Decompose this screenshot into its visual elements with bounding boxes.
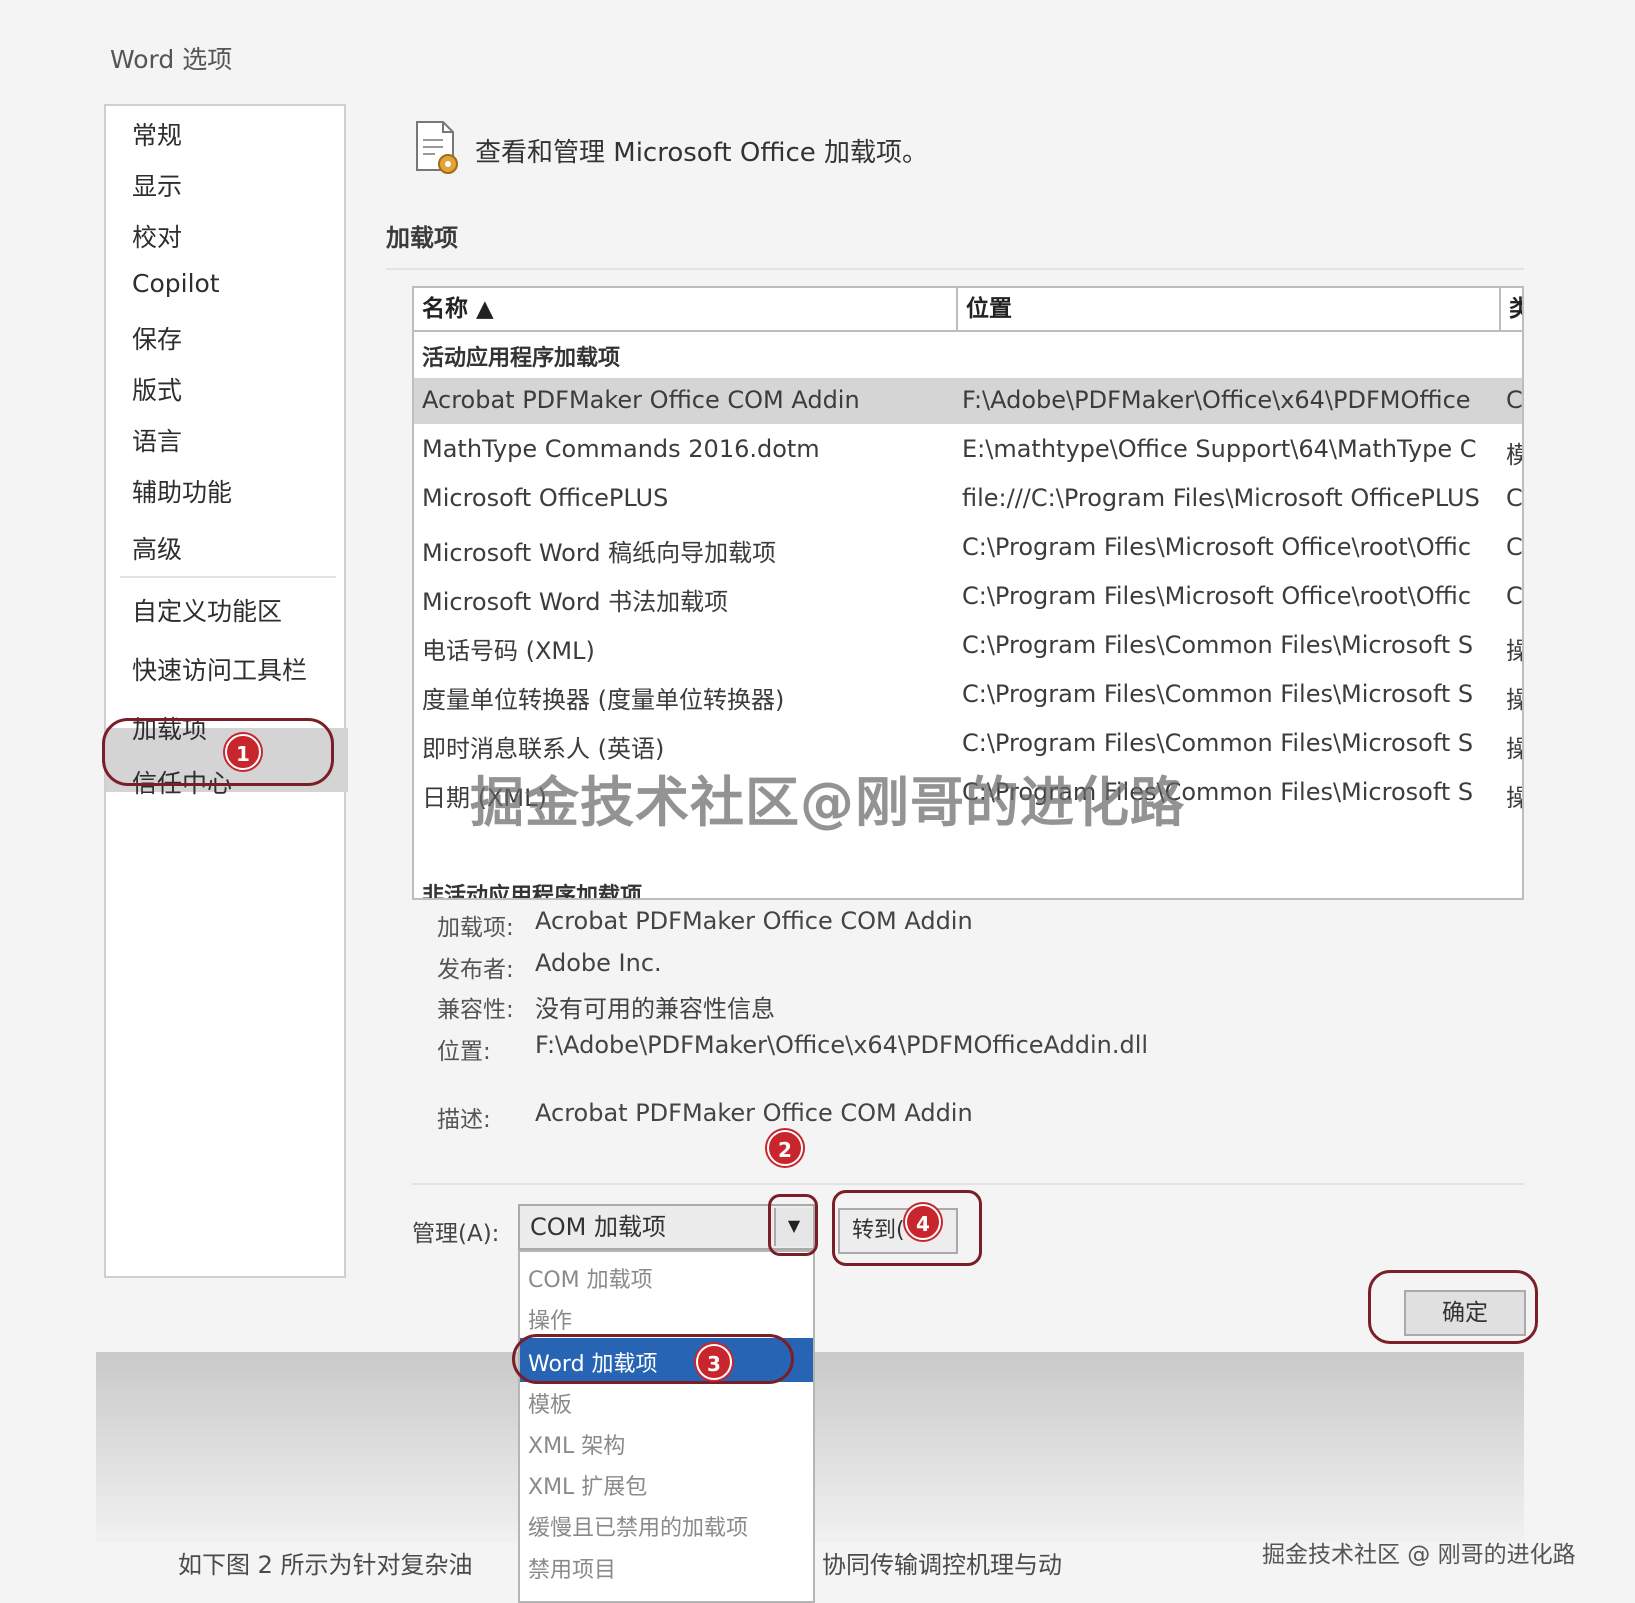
addin-location: F:\Adobe\PDFMaker\Office\x64\PDFMOffice [962, 386, 1471, 414]
detail-desc-label: 描述: [437, 1107, 491, 1133]
annotation-outline [512, 1334, 794, 1384]
sidebar-item-customize-ribbon[interactable]: 自定义功能区 [132, 592, 282, 628]
sidebar-item-proofing[interactable]: 校对 [132, 218, 182, 254]
detail-compat-label: 兼容性: [437, 997, 514, 1023]
addin-location: C:\Program Files\Common Files\Microsoft … [962, 680, 1474, 708]
addin-type: C [1506, 582, 1523, 610]
sidebar-item-language[interactable]: 语言 [132, 422, 182, 458]
dropdown-option[interactable]: COM 加载项 [528, 1262, 653, 1294]
addin-name: Microsoft Word 书法加载项 [422, 588, 729, 616]
addin-location: E:\mathtype\Office Support\64\MathType C [962, 435, 1477, 463]
detail-publisher-label: 发布者: [437, 957, 514, 983]
addin-type: 操 [1506, 778, 1522, 813]
addin-name: Acrobat PDFMaker Office COM Addin [422, 386, 860, 414]
sidebar-item-save[interactable]: 保存 [132, 320, 182, 356]
detail-location-value: F:\Adobe\PDFMaker\Office\x64\PDFMOfficeA… [535, 1031, 1149, 1059]
sidebar-item-advanced[interactable]: 高级 [132, 530, 182, 566]
addin-type: C [1506, 484, 1523, 512]
dropdown-option[interactable]: 操作 [528, 1303, 572, 1335]
sidebar-item-display[interactable]: 显示 [132, 167, 182, 203]
detail-addin-label: 加载项: [437, 915, 514, 941]
dropdown-option[interactable]: XML 扩展包 [528, 1469, 647, 1501]
sidebar-item-general[interactable]: 常规 [132, 116, 182, 152]
table-row[interactable]: 电话号码 (XML) C:\Program Files\Common Files… [414, 623, 1522, 669]
watermark: 掘金技术社区@刚哥的进化路 [470, 771, 1185, 834]
step-badge: 3 [696, 1344, 732, 1380]
column-header-location[interactable]: 位置 [958, 288, 1501, 332]
addin-name: 电话号码 (XML) [422, 637, 595, 665]
table-row[interactable]: MathType Commands 2016.dotm E:\mathtype\… [414, 427, 1522, 473]
section-divider [386, 268, 1524, 270]
annotation-outline [102, 718, 334, 786]
options-dialog: Word 选项 常规 显示 校对 Copilot 保存 版式 语言 辅助功能 高… [0, 0, 1635, 1603]
addin-location: C:\Program Files\Microsoft Office\root\O… [962, 533, 1472, 561]
caption-text: 如下图 2 所示为针对复杂油 [178, 1551, 473, 1579]
addin-name: Microsoft OfficePLUS [422, 484, 669, 512]
addin-type: 模 [1506, 435, 1522, 470]
addin-name: 度量单位转换器 (度量单位转换器) [422, 686, 785, 714]
addin-type: C [1506, 386, 1523, 414]
sidebar-divider [120, 576, 336, 578]
manage-label: 管理(A): [412, 1221, 500, 1247]
column-header-type[interactable]: 类 [1501, 288, 1522, 332]
annotation-outline [768, 1194, 818, 1256]
step-badge: 4 [905, 1204, 941, 1240]
dropdown-option[interactable]: 缓慢且已禁用的加载项 [528, 1510, 748, 1542]
table-row[interactable]: 度量单位转换器 (度量单位转换器) C:\Program Files\Commo… [414, 672, 1522, 718]
detail-compat-value: 没有可用的兼容性信息 [535, 995, 775, 1023]
step-badge: 2 [767, 1130, 803, 1166]
table-row[interactable]: Acrobat PDFMaker Office COM Addin F:\Ado… [414, 378, 1523, 424]
sidebar-item-layout[interactable]: 版式 [132, 371, 182, 407]
group-inactive-addins: 非活动应用程序加载项 [422, 884, 643, 900]
sidebar-item-accessibility[interactable]: 辅助功能 [132, 473, 232, 509]
addin-location: C:\Program Files\Microsoft Office\root\O… [962, 582, 1472, 610]
addin-name: MathType Commands 2016.dotm [422, 435, 820, 463]
addin-location: file:///C:\Program Files\Microsoft Offic… [962, 484, 1480, 512]
detail-addin-value: Acrobat PDFMaker Office COM Addin [535, 907, 973, 935]
dropdown-option[interactable]: XML 架构 [528, 1428, 625, 1460]
sidebar: 常规 显示 校对 Copilot 保存 版式 语言 辅助功能 高级 自定义功能区… [104, 104, 348, 1278]
detail-desc-value: Acrobat PDFMaker Office COM Addin [535, 1099, 973, 1127]
addin-type: 操 [1506, 729, 1522, 764]
sidebar-item-quick-access-toolbar[interactable]: 快速访问工具栏 [132, 651, 307, 687]
addin-type: C [1506, 533, 1523, 561]
page-heading: 查看和管理 Microsoft Office 加载项。 [475, 138, 929, 168]
group-active-addins: 活动应用程序加载项 [422, 346, 621, 371]
addin-location: C:\Program Files\Common Files\Microsoft … [962, 729, 1474, 757]
addin-name: Microsoft Word 稿纸向导加载项 [422, 539, 777, 567]
addin-location: C:\Program Files\Common Files\Microsoft … [962, 631, 1474, 659]
manage-dropdown-list: COM 加载项 操作 Word 加载项 模板 XML 架构 XML 扩展包 缓慢… [518, 1250, 815, 1603]
step-badge: 1 [225, 734, 261, 770]
column-header-name[interactable]: 名称 ▲ [414, 288, 958, 332]
table-row[interactable]: Microsoft Word 稿纸向导加载项 C:\Program Files\… [414, 525, 1523, 571]
detail-publisher-value: Adobe Inc. [535, 949, 662, 977]
section-title: 加载项 [386, 224, 458, 252]
table-row[interactable]: Microsoft Word 书法加载项 C:\Program Files\Mi… [414, 574, 1523, 620]
dropdown-option[interactable]: 禁用项目 [528, 1552, 616, 1584]
addin-type: 操 [1506, 631, 1522, 666]
caption-text: 协同传输调控机理与动 [822, 1551, 1062, 1579]
footer-divider [412, 1183, 1524, 1185]
dropdown-option[interactable]: 模板 [528, 1387, 572, 1419]
detail-location-label: 位置: [437, 1039, 491, 1065]
addins-gear-icon [416, 121, 458, 174]
sidebar-item-copilot[interactable]: Copilot [132, 269, 220, 298]
corner-watermark: 掘金技术社区 @ 刚哥的进化路 [1262, 1542, 1576, 1568]
window-title: Word 选项 [110, 45, 233, 74]
annotation-outline [1368, 1270, 1538, 1344]
table-row[interactable]: Microsoft OfficePLUS file:///C:\Program … [414, 476, 1523, 522]
addin-type: 操 [1506, 680, 1522, 715]
